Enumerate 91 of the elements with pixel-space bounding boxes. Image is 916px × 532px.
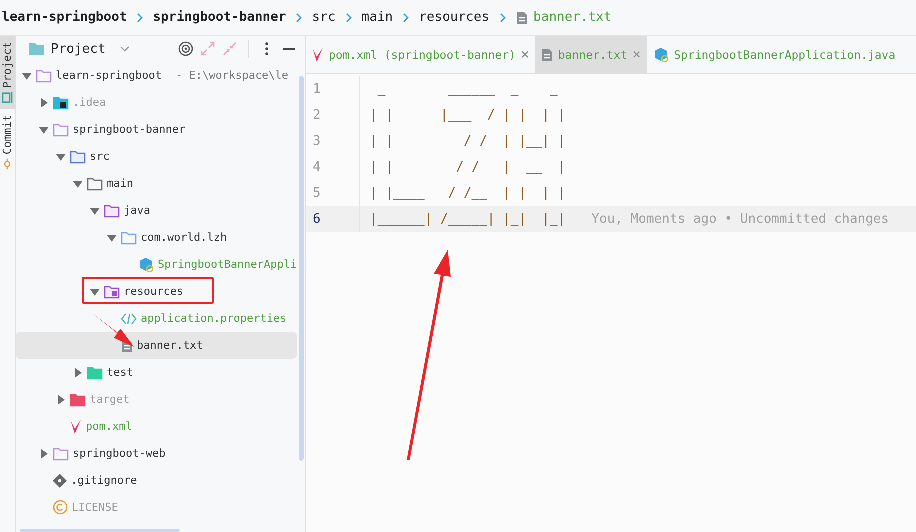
tree-item-label: target [90,393,130,406]
chevron-icon [498,12,507,22]
line-number: 3 [306,128,360,154]
tree-item-label: springboot-web [73,447,166,460]
chevron-icon [295,12,304,22]
tree-item[interactable]: springboot-web [16,440,297,467]
tree-item-label: springboot-banner [73,123,186,136]
commit-icon [2,159,13,170]
tree-item-label: learn-springboot [56,69,162,82]
v-icon [312,46,324,62]
code-text: _ ______ _ _ [376,82,559,96]
folder-icon [87,176,103,190]
line-number: 2 [306,102,360,128]
code-text: | |____ / /__ | | | | [370,186,566,200]
breadcrumb[interactable]: learn-springboot [2,10,128,25]
chevron-icon [344,12,353,22]
tree-item-label: .gitignore [71,474,138,487]
tree-item[interactable]: learn-springboot - E:\workspace\le [16,62,297,89]
monitor-icon [2,92,13,104]
folder-icon [87,366,103,380]
diamond-icon [53,474,67,488]
folder-icon [121,230,137,244]
v-icon [70,418,82,434]
tree-item-label: LICENSE [72,501,118,514]
folder-icon [70,392,86,406]
line-number: 6 [306,206,360,232]
folder-icon [104,204,120,218]
tree-item-label: com.world.lzh [141,231,228,244]
folder-icon [28,42,45,56]
expand-arrow-icon[interactable] [90,206,100,216]
cube-icon [653,46,670,62]
panel-title[interactable]: Project [51,42,106,56]
code-icon [121,312,137,324]
folder-icon [70,150,86,164]
tree-item-label: test [107,366,134,379]
code-text: | | / / | |__| | [370,134,566,148]
expand-arrow-icon[interactable] [22,70,32,80]
expand-arrow-icon[interactable] [107,232,117,242]
expand-arrow-icon[interactable] [56,152,66,162]
folder-icon [53,122,69,136]
expand-arrow-icon[interactable] [39,124,49,134]
line-number: 1 [306,76,360,102]
breadcrumb[interactable]: src [312,10,336,25]
file-icon [541,48,554,62]
folder-icon [53,96,69,110]
circle-c-icon [53,500,68,515]
expand-arrow-icon[interactable] [73,368,83,378]
tree-item[interactable]: com.world.lzh [16,224,297,251]
tree-item[interactable]: springboot-banner [16,116,297,143]
breadcrumb[interactable]: resources [419,10,490,25]
tool-window-tab[interactable]: Commit [0,109,15,176]
tree-item-label: main [107,177,134,190]
tree-item[interactable]: resources [16,278,297,305]
tree-item-label: application.properties [141,312,287,325]
tree-item-label: .idea [73,96,106,109]
tree-item-label: pom.xml [86,420,132,433]
expand-arrow-icon[interactable] [90,286,100,296]
tree-item[interactable]: banner.txt [16,332,297,359]
blame-annotation: You, Moments ago • Uncommitted changes [592,212,890,226]
tree-item[interactable]: java [16,197,297,224]
project-path: - E:\workspace\le [176,69,289,82]
expand-arrow-icon[interactable] [39,98,49,108]
expand-arrow-icon[interactable] [39,448,49,458]
expand-arrow-icon[interactable] [56,394,66,404]
chevron-icon [402,12,410,22]
breadcrumb[interactable]: main [362,10,394,25]
annotation-arrow [92,313,134,347]
tree-item-label: resources [124,285,184,298]
tree-item[interactable]: test [16,359,297,386]
tree-item-label: SpringbootBannerAppli [158,258,298,271]
tree-item[interactable]: src [16,143,297,170]
line-number: 4 [306,154,360,180]
folder-icon [53,446,69,460]
folder-icon [36,68,52,82]
tree-item[interactable]: .gitignore [16,467,297,494]
file-icon [516,10,528,24]
code-text: | | |___ / | | | | [370,108,566,122]
target-icon[interactable] [178,41,194,57]
breadcrumb[interactable]: springboot-banner [153,10,286,25]
code-text: |______| /_____| |_| |_| [370,212,566,226]
folder-icon [104,284,120,298]
tree-item-label: banner.txt [137,339,204,352]
chevron-icon [136,12,144,22]
cube-icon [138,256,154,272]
tool-window-tab[interactable]: Project [0,36,15,110]
code-text: | | / / | __ | [370,160,566,174]
tree-item-label: src [90,150,110,163]
expand-arrow-icon[interactable] [73,178,83,188]
tree-item[interactable]: main [16,170,297,197]
tree-item-label: java [124,204,150,217]
dropdown-icon[interactable] [120,45,130,53]
